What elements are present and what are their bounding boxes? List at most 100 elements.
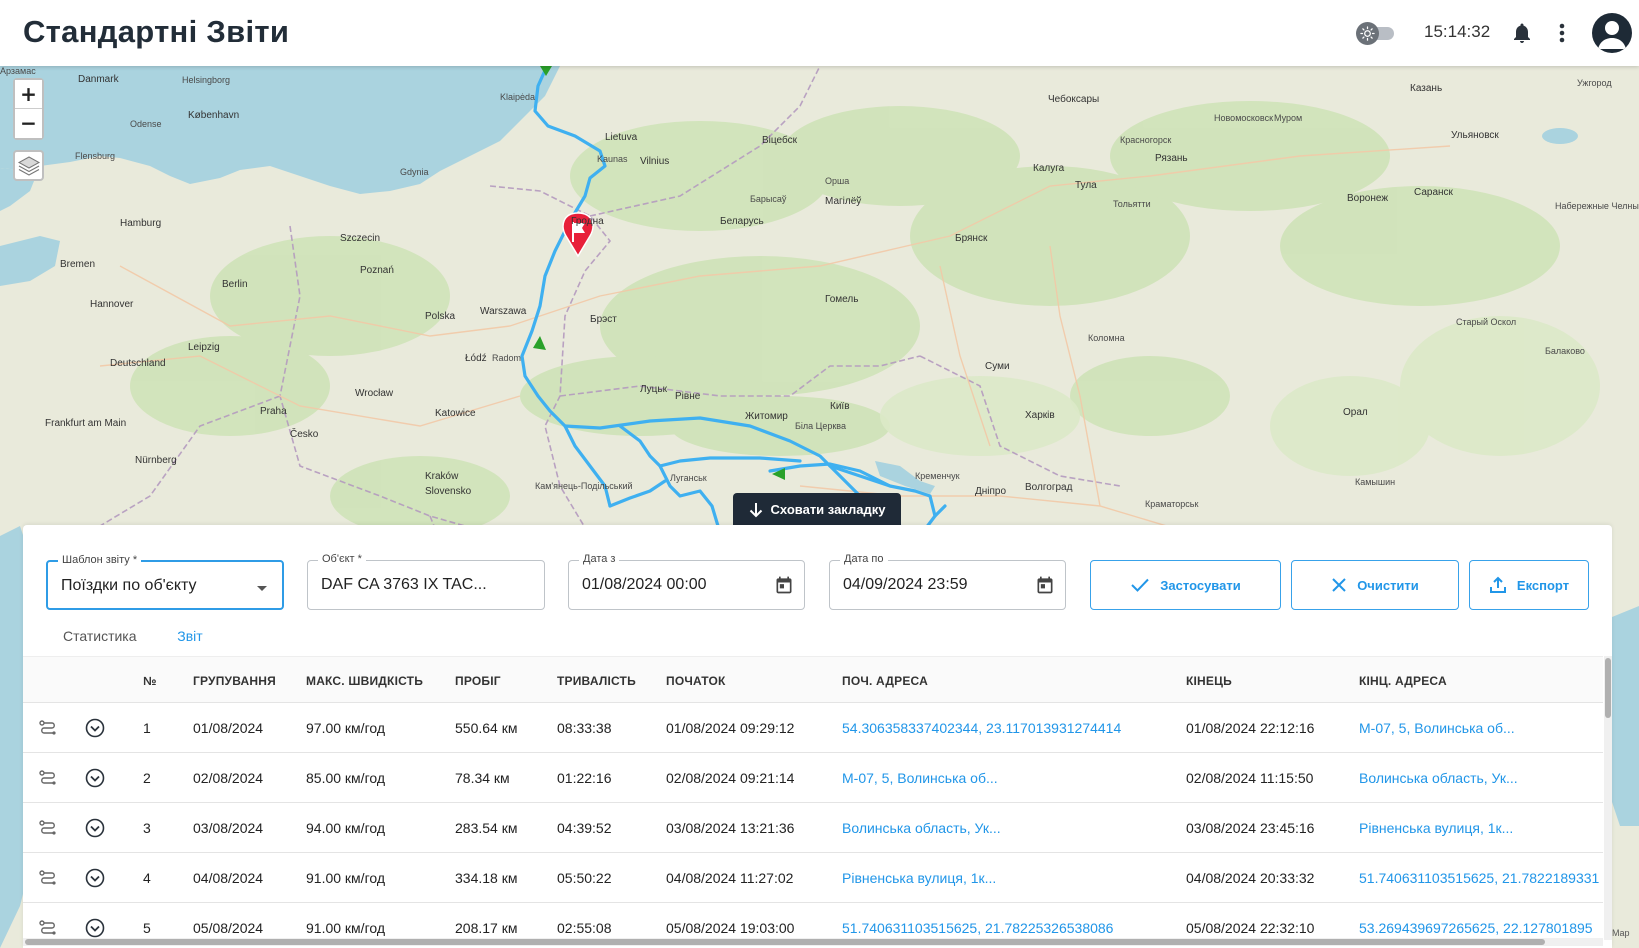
hide-panel-button[interactable]: Сховати закладку (733, 493, 901, 526)
table-row[interactable]: 3 03/08/2024 94.00 км/год 283.54 км 04:39:52… (23, 803, 1603, 853)
map-label: Gdynia (400, 167, 429, 177)
map-label: Warszawa (480, 306, 527, 317)
column-header-mileage[interactable]: ПРОБІГ (455, 674, 501, 688)
map-label: Суми (985, 361, 1010, 372)
date-from-field[interactable]: Дата з 01/08/2024 00:00 (568, 553, 805, 610)
map-label: Кременчук (915, 471, 960, 481)
expand-icon[interactable] (85, 718, 105, 738)
more-vert-icon[interactable] (1554, 20, 1570, 46)
cell-speed: 85.00 км/год (306, 770, 386, 786)
cell-end-addr[interactable]: 51.740631103515625, 21.7822189331 (1359, 870, 1599, 886)
cell-start: 03/08/2024 13:21:36 (666, 820, 795, 836)
table-horizontal-scrollbar[interactable] (23, 938, 1603, 946)
route-icon[interactable] (38, 768, 58, 788)
bell-icon[interactable] (1510, 20, 1534, 46)
cell-speed: 94.00 км/год (306, 820, 386, 836)
cell-end-addr[interactable]: Рівненська вулиця, 1к... (1359, 820, 1513, 836)
route-icon[interactable] (38, 818, 58, 838)
table-row[interactable]: 5 05/08/2024 91.00 км/год 208.17 км 02:55:08… (23, 903, 1603, 940)
object-label: Об'єкт * (318, 553, 366, 565)
cell-start-addr[interactable]: 54.306358337402344, 23.117013931274414 (842, 720, 1121, 736)
scrollbar-thumb[interactable] (25, 939, 1545, 945)
map-label: København (188, 110, 240, 121)
column-header-grouping[interactable]: ГРУПУВАННЯ (193, 674, 276, 688)
map-label: Красногорск (1120, 135, 1172, 145)
cell-start-addr[interactable]: М-07, 5, Волинська об... (842, 770, 998, 786)
map-label: Łódź (465, 353, 487, 364)
cell-duration: 01:22:16 (557, 770, 612, 786)
map-label: Klaipėda (500, 92, 536, 102)
map-label: Гродна (571, 216, 604, 227)
map-label: Vilnius (640, 156, 670, 167)
date-to-field[interactable]: Дата по 04/09/2024 23:59 (829, 553, 1066, 610)
app-header: Стандартні Звіти 15:14:32 (0, 0, 1639, 66)
cell-end-addr[interactable]: Волинська область, Ук... (1359, 770, 1518, 786)
expand-icon[interactable] (85, 818, 105, 838)
column-header-number[interactable]: № (143, 674, 157, 688)
theme-toggle[interactable] (1356, 22, 1394, 45)
date-from-label: Дата з (579, 553, 620, 565)
cell-start-addr[interactable]: Рівненська вулиця, 1к... (842, 870, 996, 886)
export-label: Експорт (1516, 577, 1570, 593)
table-row[interactable]: 2 02/08/2024 85.00 км/год 78.34 км 01:22:16 0… (23, 753, 1603, 803)
table-vertical-scrollbar[interactable] (1604, 656, 1612, 940)
map-label: Bremen (60, 259, 96, 270)
route-icon[interactable] (38, 868, 58, 888)
object-field[interactable]: Об'єкт * DAF CA 3763 IX TAC... (307, 553, 545, 610)
scrollbar-thumb[interactable] (1605, 658, 1611, 718)
cell-start-addr[interactable]: 51.740631103515625, 21.78225326538086 (842, 920, 1113, 936)
zoom-out-button[interactable]: − (15, 109, 42, 138)
report-template-select[interactable]: Шаблон звіту * Поїздки по об'єкту (46, 554, 284, 610)
cell-speed: 97.00 км/год (306, 720, 386, 736)
user-avatar-icon[interactable] (1592, 13, 1632, 53)
map-label: Hamburg (120, 218, 162, 229)
layers-button[interactable] (13, 150, 44, 181)
map-label: Набережные Челны (1555, 201, 1639, 211)
zoom-in-button[interactable]: + (15, 80, 42, 109)
map-label: Berlin (222, 279, 248, 290)
route-icon[interactable] (38, 718, 58, 738)
table-row[interactable]: 4 04/08/2024 91.00 км/год 334.18 км 05:50:22… (23, 853, 1603, 903)
cell-end-addr[interactable]: М-07, 5, Волинська об... (1359, 720, 1515, 736)
map-label: Ульяновск (1451, 130, 1499, 141)
cell-end-addr[interactable]: 53.269439697265625, 22.127801895 (1359, 920, 1593, 936)
map-label: Біла Церква (795, 421, 846, 431)
map-label: Wrocław (355, 388, 394, 399)
column-header-max-speed[interactable]: МАКС. ШВИДКІСТЬ (306, 674, 423, 688)
map-label: Саранск (1414, 187, 1453, 198)
map-label: Брянск (955, 233, 988, 244)
map-label: Radom (492, 353, 522, 363)
cell-speed: 91.00 км/год (306, 920, 386, 936)
expand-icon[interactable] (85, 918, 105, 938)
map-label: Волгоград (1025, 482, 1073, 493)
arrow-down-icon (749, 502, 762, 517)
apply-button[interactable]: Застосувати (1090, 560, 1281, 610)
map-label: Балаково (1545, 346, 1585, 356)
table-row[interactable]: 1 01/08/2024 97.00 км/год 550.64 км 08:33:38… (23, 703, 1603, 753)
cell-group: 01/08/2024 (193, 720, 264, 736)
map-label: Szczecin (340, 233, 381, 244)
clear-button[interactable]: Очистити (1291, 560, 1459, 610)
cell-duration: 02:55:08 (557, 920, 612, 936)
calendar-icon[interactable] (1035, 575, 1055, 595)
route-icon[interactable] (38, 918, 58, 938)
expand-icon[interactable] (85, 868, 105, 888)
export-button[interactable]: Експорт (1469, 560, 1589, 610)
map-label: Калуга (1033, 163, 1065, 174)
cell-n: 5 (143, 920, 151, 936)
map-label: Магілёў (825, 196, 862, 207)
cell-start: 04/08/2024 11:27:02 (666, 870, 794, 886)
map-label: Луцьк (640, 384, 667, 395)
column-header-end[interactable]: КІНЕЦЬ (1186, 674, 1232, 688)
cell-start-addr[interactable]: Волинська область, Ук... (842, 820, 1001, 836)
expand-icon[interactable] (85, 768, 105, 788)
column-header-start[interactable]: ПОЧАТОК (666, 674, 726, 688)
column-header-start-address[interactable]: ПОЧ. АДРЕСА (842, 674, 928, 688)
calendar-icon[interactable] (774, 575, 794, 595)
map-label: Odense (130, 119, 162, 129)
column-header-end-address[interactable]: КІНЦ. АДРЕСА (1359, 674, 1447, 688)
report-template-label: Шаблон звіту * (58, 554, 142, 566)
map-label: Kraków (425, 471, 459, 482)
column-header-duration[interactable]: ТРИВАЛІСТЬ (557, 674, 636, 688)
map-label: Česko (290, 429, 319, 440)
